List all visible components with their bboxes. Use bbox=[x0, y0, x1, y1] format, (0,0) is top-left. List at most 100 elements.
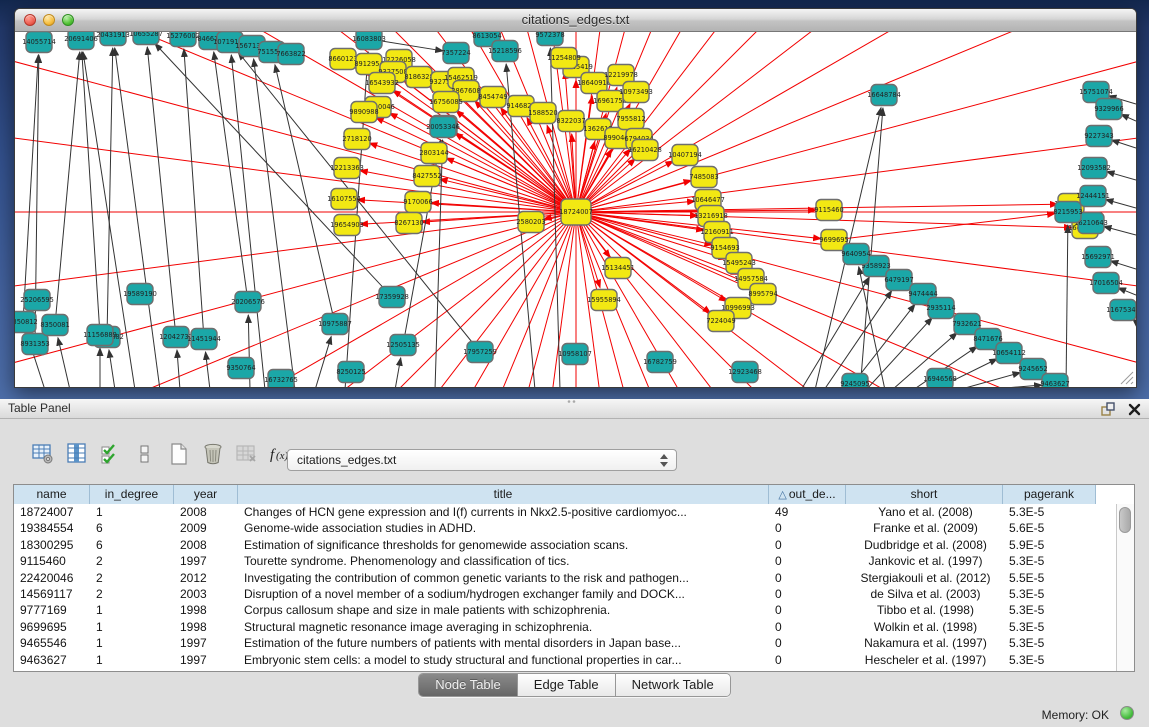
tab-node-table[interactable]: Node Table bbox=[419, 674, 518, 696]
graph-node[interactable]: 6479197 bbox=[884, 270, 913, 291]
table-cell[interactable]: 49 bbox=[769, 504, 846, 520]
table-cell[interactable]: 2012 bbox=[174, 570, 238, 586]
graph-node[interactable]: 12213363 bbox=[330, 158, 364, 179]
graph-node[interactable]: 9350812 bbox=[15, 312, 38, 333]
table-cell[interactable]: Tourette syndrome. Phenomenology and cla… bbox=[238, 553, 769, 569]
graph-node[interactable]: 14055714 bbox=[22, 32, 56, 53]
graph-node[interactable]: 2803144 bbox=[419, 143, 448, 164]
table-cell[interactable]: Embryonic stem cells: a model to study s… bbox=[238, 652, 769, 668]
table-cell[interactable]: Dudbridge et al. (2008) bbox=[846, 537, 1003, 553]
graph-node[interactable]: 7955812 bbox=[616, 109, 645, 130]
table-cell[interactable]: Corpus callosum shape and size in male p… bbox=[238, 602, 769, 618]
new-table-icon[interactable] bbox=[166, 441, 192, 467]
table-cell[interactable]: 5.3E-5 bbox=[1003, 504, 1096, 520]
table-cell[interactable]: 5.3E-5 bbox=[1003, 553, 1096, 569]
column-header-year[interactable]: year bbox=[174, 485, 238, 504]
close-panel-icon[interactable] bbox=[1128, 403, 1141, 416]
graph-node[interactable]: 2935114 bbox=[926, 298, 955, 319]
graph-node[interactable]: 16543932 bbox=[365, 73, 399, 94]
table-cell[interactable]: 9463627 bbox=[14, 652, 90, 668]
table-mode-icon[interactable] bbox=[30, 441, 56, 467]
graph-node[interactable]: 8931353 bbox=[20, 334, 49, 355]
graph-node[interactable]: 15955894 bbox=[587, 290, 621, 311]
graph-node[interactable]: 8454749 bbox=[478, 87, 507, 108]
table-row[interactable]: 2242004622012Investigating the contribut… bbox=[14, 570, 1117, 586]
table-cell[interactable]: Nakamura et al. (1997) bbox=[846, 635, 1003, 651]
table-row[interactable]: 969969511998Structural magnetic resonanc… bbox=[14, 619, 1117, 635]
graph-node[interactable]: 9329966 bbox=[1094, 99, 1123, 120]
graph-node[interactable]: 19589190 bbox=[123, 284, 157, 305]
graph-node[interactable]: 17359928 bbox=[375, 287, 409, 308]
graph-node[interactable]: 9170066 bbox=[403, 192, 432, 213]
table-cell[interactable]: 0 bbox=[769, 586, 846, 602]
resize-grip[interactable] bbox=[1118, 369, 1134, 385]
table-row[interactable]: 977716911998Corpus callosum shape and si… bbox=[14, 602, 1117, 618]
table-cell[interactable]: 9465546 bbox=[14, 635, 90, 651]
table-cell[interactable]: 2008 bbox=[174, 537, 238, 553]
graph-node[interactable]: 10975887 bbox=[318, 314, 352, 335]
table-row[interactable]: 1830029562008Estimation of significance … bbox=[14, 537, 1117, 553]
table-row[interactable]: 946362711997Embryonic stem cells: a mode… bbox=[14, 652, 1117, 668]
column-header-pagerank[interactable]: pagerank bbox=[1003, 485, 1096, 504]
table-cell[interactable]: 1 bbox=[90, 504, 174, 520]
table-cell[interactable]: 2003 bbox=[174, 586, 238, 602]
table-cell[interactable]: 5.6E-5 bbox=[1003, 520, 1096, 536]
table-row[interactable]: 1938455462009Genome-wide association stu… bbox=[14, 520, 1117, 536]
graph-node[interactable]: 10655287 bbox=[129, 32, 163, 45]
table-cell[interactable]: Stergiakouli et al. (2012) bbox=[846, 570, 1003, 586]
table-cell[interactable]: 22420046 bbox=[14, 570, 90, 586]
table-cell[interactable]: 18300295 bbox=[14, 537, 90, 553]
table-cell[interactable]: 9777169 bbox=[14, 602, 90, 618]
table-cell[interactable]: Changes of HCN gene expression and I(f) … bbox=[238, 504, 769, 520]
graph-node[interactable]: 16782759 bbox=[643, 352, 677, 373]
table-cell[interactable]: 0 bbox=[769, 619, 846, 635]
import-table-icon[interactable] bbox=[234, 441, 260, 467]
graph-node[interactable]: 17957259 bbox=[463, 342, 497, 363]
graph-node[interactable]: 20431913 bbox=[96, 32, 130, 46]
graph-node[interactable]: 11156889 bbox=[83, 325, 117, 346]
table-scrollbar-thumb[interactable] bbox=[1119, 507, 1131, 533]
table-cell[interactable]: 1998 bbox=[174, 619, 238, 635]
graph-node[interactable]: 16648784 bbox=[867, 85, 901, 106]
tab-edge-table[interactable]: Edge Table bbox=[518, 674, 616, 696]
graph-node[interactable]: 15692971 bbox=[1081, 247, 1115, 268]
graph-node[interactable]: 17016504 bbox=[1089, 273, 1123, 294]
table-cell[interactable]: 5.9E-5 bbox=[1003, 537, 1096, 553]
table-cell[interactable]: 5.3E-5 bbox=[1003, 652, 1096, 668]
table-cell[interactable]: Wolkin et al. (1998) bbox=[846, 619, 1003, 635]
table-cell[interactable]: Jankovic et al. (1997) bbox=[846, 553, 1003, 569]
graph-node[interactable]: 9115460 bbox=[814, 200, 843, 221]
table-cell[interactable]: 0 bbox=[769, 635, 846, 651]
graph-node[interactable]: 8322037 bbox=[556, 111, 585, 132]
graph-svg[interactable]: 1872400786601238912954122260589327508165… bbox=[15, 32, 1136, 387]
graph-node[interactable]: 9640954 bbox=[841, 244, 870, 265]
graph-node[interactable]: 16107554 bbox=[327, 189, 361, 210]
table-cell[interactable]: 14569117 bbox=[14, 586, 90, 602]
table-cell[interactable]: Estimation of significance thresholds fo… bbox=[238, 537, 769, 553]
table-cell[interactable]: 1998 bbox=[174, 602, 238, 618]
graph-node[interactable]: 8350081 bbox=[40, 315, 69, 336]
table-cell[interactable]: 1 bbox=[90, 602, 174, 618]
table-cell[interactable]: 1997 bbox=[174, 652, 238, 668]
graph-node[interactable]: 2580203 bbox=[516, 212, 545, 233]
table-cell[interactable]: 2 bbox=[90, 586, 174, 602]
graph-node[interactable]: 7357224 bbox=[441, 43, 470, 64]
graph-node[interactable]: 2718120 bbox=[342, 129, 371, 150]
graph-node[interactable]: 12923468 bbox=[728, 362, 762, 383]
graph-node[interactable]: 9572378 bbox=[535, 32, 564, 46]
table-selector-dropdown[interactable]: citations_edges.txt bbox=[287, 449, 677, 471]
graph-node[interactable]: 15276002 bbox=[166, 32, 200, 47]
graph-node[interactable]: 11675349 bbox=[1106, 300, 1136, 321]
graph-node[interactable]: 16732765 bbox=[264, 370, 298, 388]
table-cell[interactable]: 0 bbox=[769, 602, 846, 618]
table-cell[interactable]: Disruption of a novel member of a sodium… bbox=[238, 586, 769, 602]
graph-node[interactable]: 8660123 bbox=[328, 49, 357, 70]
graph-node[interactable]: 10958107 bbox=[558, 344, 592, 365]
column-header-name[interactable]: name bbox=[14, 485, 90, 504]
column-visibility-icon[interactable] bbox=[64, 441, 90, 467]
graph-node[interactable]: 15134451 bbox=[601, 258, 635, 279]
table-cell[interactable]: 1 bbox=[90, 619, 174, 635]
table-cell[interactable]: 19384554 bbox=[14, 520, 90, 536]
tab-network-table[interactable]: Network Table bbox=[616, 674, 730, 696]
table-cell[interactable]: 5.3E-5 bbox=[1003, 635, 1096, 651]
